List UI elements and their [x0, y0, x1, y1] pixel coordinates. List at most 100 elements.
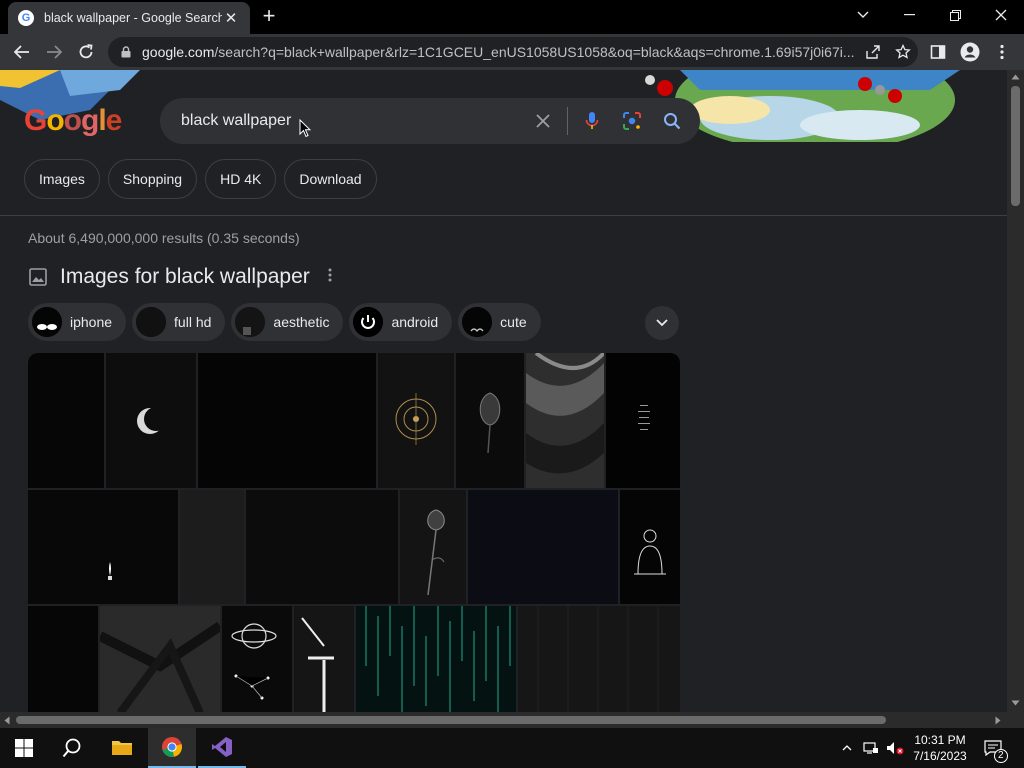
result-stats: About 6,490,000,000 results (0.35 second… [28, 230, 300, 246]
microphone-icon[interactable] [572, 101, 612, 141]
refine-chip-label: iphone [70, 314, 113, 330]
image-result[interactable] [606, 353, 680, 488]
refine-chip-full-hd[interactable]: full hd [132, 303, 226, 341]
expand-refinements-button[interactable] [645, 306, 679, 340]
search-box[interactable]: black wallpaper [160, 98, 700, 144]
start-button[interactable] [0, 728, 48, 768]
scroll-left-arrow-icon[interactable] [4, 716, 10, 725]
vertical-scrollbar[interactable] [1007, 70, 1024, 712]
chip-images[interactable]: Images [24, 159, 100, 199]
image-result[interactable] [28, 490, 178, 604]
image-result[interactable] [106, 353, 196, 488]
image-result[interactable] [378, 353, 454, 488]
minimize-button[interactable] [886, 0, 932, 30]
mouse-cursor-icon [299, 119, 311, 138]
image-result[interactable] [246, 490, 398, 604]
reload-button[interactable] [70, 36, 102, 68]
image-result[interactable] [400, 490, 466, 604]
network-icon[interactable] [860, 728, 882, 768]
more-options-icon[interactable] [328, 268, 332, 287]
image-result[interactable] [222, 606, 292, 712]
scrollbar-corner [1007, 712, 1024, 728]
search-divider [567, 107, 568, 135]
tab-search-icon[interactable] [840, 0, 886, 30]
refine-chip-label: full hd [174, 314, 212, 330]
image-icon [29, 268, 47, 286]
refine-chip-cute[interactable]: cute [458, 303, 541, 341]
refine-chip-iphone[interactable]: iphone [28, 303, 127, 341]
show-hidden-icons-button[interactable] [838, 728, 856, 768]
image-result[interactable] [198, 353, 376, 488]
horizontal-scroll-thumb[interactable] [16, 716, 886, 724]
address-bar[interactable]: google.com/search?q=black+wallpaper&rlz=… [108, 37, 918, 67]
clear-search-icon[interactable] [523, 101, 563, 141]
header-divider [0, 215, 1007, 216]
profile-avatar-icon[interactable] [954, 36, 986, 68]
image-result[interactable] [180, 490, 244, 604]
chip-hd-4k[interactable]: HD 4K [205, 159, 277, 199]
share-icon[interactable] [858, 37, 888, 67]
windows-taskbar: 10:31 PM 7/16/2023 2 [0, 728, 1024, 768]
visual-studio-taskbar-button[interactable] [198, 728, 246, 768]
image-result[interactable] [518, 606, 680, 712]
horizontal-scrollbar[interactable] [0, 712, 1007, 728]
image-refinement-chips: iphone full hd aesthetic android cute [28, 303, 541, 341]
tab-strip: G black wallpaper - Google Search ✕ + [0, 0, 1024, 34]
dark-thumbnail-icon [136, 307, 167, 337]
chip-download[interactable]: Download [284, 159, 377, 199]
image-results-grid [28, 353, 680, 712]
taskbar-search-button[interactable] [48, 728, 96, 768]
image-result[interactable] [294, 606, 354, 712]
tab-title: black wallpaper - Google Search [44, 11, 222, 25]
clock-date: 7/16/2023 [913, 749, 967, 763]
image-result[interactable] [97, 606, 223, 712]
search-icon [62, 738, 81, 758]
vertical-scroll-thumb[interactable] [1011, 86, 1020, 206]
browser-tab[interactable]: G black wallpaper - Google Search ✕ [8, 2, 250, 34]
new-tab-button[interactable]: + [258, 5, 280, 28]
refine-chip-aesthetic[interactable]: aesthetic [231, 303, 344, 341]
images-section-title[interactable]: Images for black wallpaper [60, 265, 310, 289]
search-filter-chips: Images Shopping HD 4K Download [24, 159, 377, 199]
bookmark-star-icon[interactable] [888, 37, 918, 67]
search-query-input[interactable]: black wallpaper [181, 112, 523, 130]
eyes-thumbnail-icon [32, 307, 62, 337]
lock-icon[interactable] [120, 46, 132, 58]
chrome-taskbar-button[interactable] [148, 728, 196, 768]
url-text[interactable]: google.com/search?q=black+wallpaper&rlz=… [142, 44, 858, 60]
back-button[interactable] [6, 36, 38, 68]
google-logo[interactable]: Google [24, 104, 122, 138]
image-result[interactable] [620, 490, 680, 604]
scroll-up-arrow-icon[interactable] [1011, 74, 1020, 80]
browser-menu-icon[interactable] [986, 36, 1018, 68]
image-result[interactable] [28, 606, 98, 712]
notification-center-button[interactable]: 2 [978, 728, 1008, 768]
search-results-page: Google black wallpaper Images Shopping H… [0, 70, 1007, 712]
folder-icon [112, 741, 132, 755]
google-lens-icon[interactable] [612, 101, 652, 141]
image-result[interactable] [468, 490, 618, 604]
side-panel-icon[interactable] [922, 36, 954, 68]
forward-button[interactable] [38, 36, 70, 68]
close-tab-icon[interactable]: ✕ [222, 9, 240, 27]
chip-shopping[interactable]: Shopping [107, 159, 198, 199]
scroll-right-arrow-icon[interactable] [995, 716, 1001, 725]
image-result[interactable] [28, 353, 104, 488]
scroll-down-arrow-icon[interactable] [1011, 700, 1020, 706]
image-result[interactable] [456, 353, 524, 488]
notification-count: 2 [994, 749, 1008, 763]
image-result[interactable] [526, 353, 606, 488]
power-thumbnail-icon [353, 307, 384, 337]
refine-chip-label: aesthetic [273, 314, 330, 330]
windows-logo-icon [15, 739, 33, 757]
close-window-button[interactable] [978, 0, 1024, 30]
search-icon[interactable] [652, 101, 692, 141]
volume-muted-icon[interactable] [884, 728, 906, 768]
restore-button[interactable] [932, 0, 978, 30]
images-section-header: Images for black wallpaper [28, 265, 332, 289]
image-result[interactable] [356, 606, 516, 712]
system-clock[interactable]: 10:31 PM 7/16/2023 [905, 732, 975, 764]
refine-chip-android[interactable]: android [349, 303, 453, 341]
file-explorer-button[interactable] [98, 728, 146, 768]
refine-chip-label: cute [500, 314, 527, 330]
